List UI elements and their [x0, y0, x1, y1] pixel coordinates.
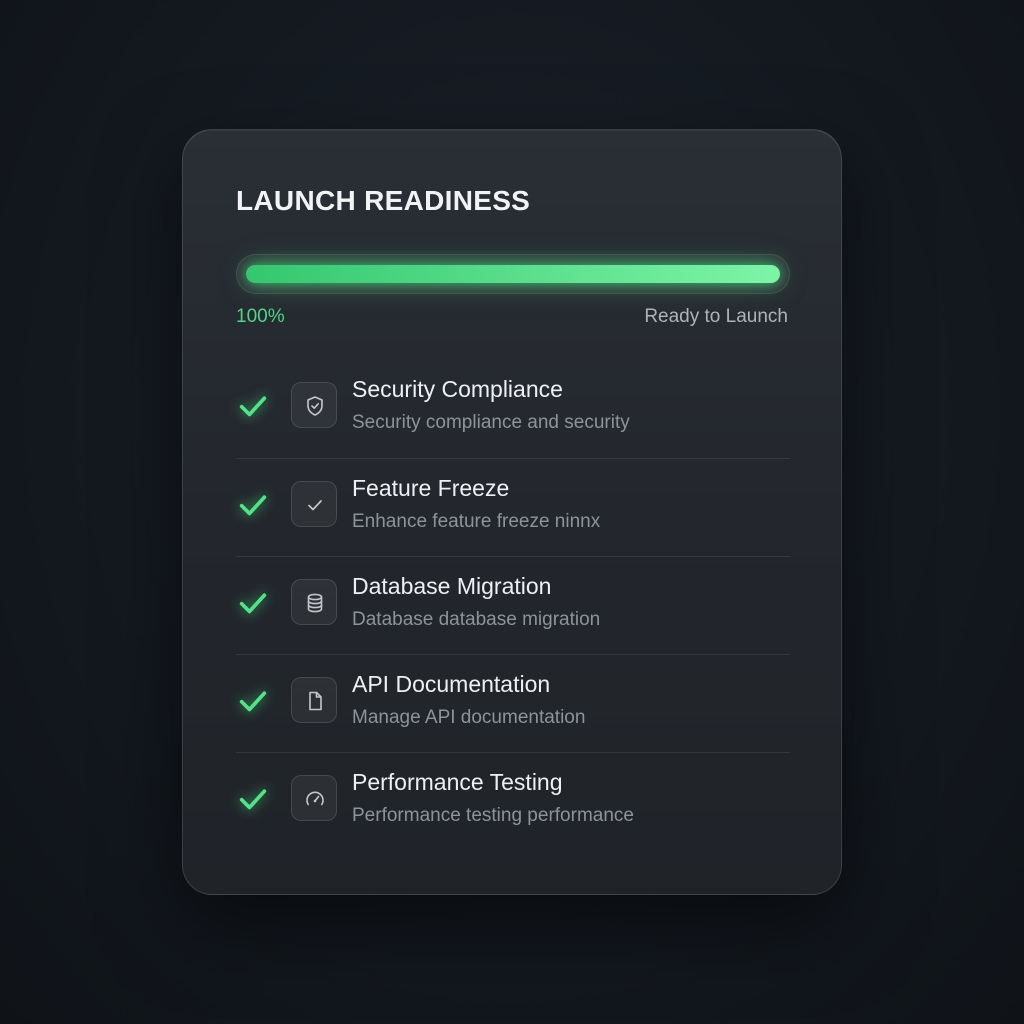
launch-readiness-card: LAUNCH READINESS 100% Ready to Launch Se…: [182, 129, 842, 895]
item-description: Manage API documentation: [352, 707, 586, 728]
item-description: Performance testing performance: [352, 805, 634, 826]
checklist-item-security-compliance[interactable]: Security Compliance Security compliance …: [236, 360, 790, 458]
checkmark-icon: [291, 481, 337, 527]
checklist-item-feature-freeze[interactable]: Feature Freeze Enhance feature freeze ni…: [236, 458, 790, 556]
checklist-item-performance-testing[interactable]: Performance Testing Performance testing …: [236, 752, 790, 850]
check-icon: [239, 789, 267, 810]
item-title: Performance Testing: [352, 769, 563, 795]
database-icon: [291, 579, 337, 625]
progress-percent: 100%: [236, 306, 285, 327]
item-title: Feature Freeze: [352, 475, 510, 501]
item-title: Database Migration: [352, 573, 552, 599]
card-title: LAUNCH READINESS: [236, 185, 531, 216]
item-description: Database database migration: [352, 609, 601, 630]
checklist-item-api-documentation[interactable]: API Documentation Manage API documentati…: [236, 654, 790, 752]
check-icon: [239, 593, 267, 614]
item-title: Security Compliance: [352, 376, 563, 402]
document-icon: [291, 677, 337, 723]
progress-status: Ready to Launch: [644, 306, 788, 327]
check-icon: [239, 396, 267, 417]
shield-check-icon: [291, 382, 337, 428]
item-description: Enhance feature freeze ninnx: [352, 511, 601, 532]
item-title: API Documentation: [352, 671, 551, 697]
checklist: Security Compliance Security compliance …: [236, 360, 790, 850]
progress-bar: [236, 254, 790, 294]
checklist-item-database-migration[interactable]: Database Migration Database database mig…: [236, 556, 790, 654]
item-description: Security compliance and security: [352, 412, 630, 433]
progress-fill: [246, 265, 780, 283]
check-icon: [239, 495, 267, 516]
speedometer-icon: [291, 775, 337, 821]
check-icon: [239, 691, 267, 712]
